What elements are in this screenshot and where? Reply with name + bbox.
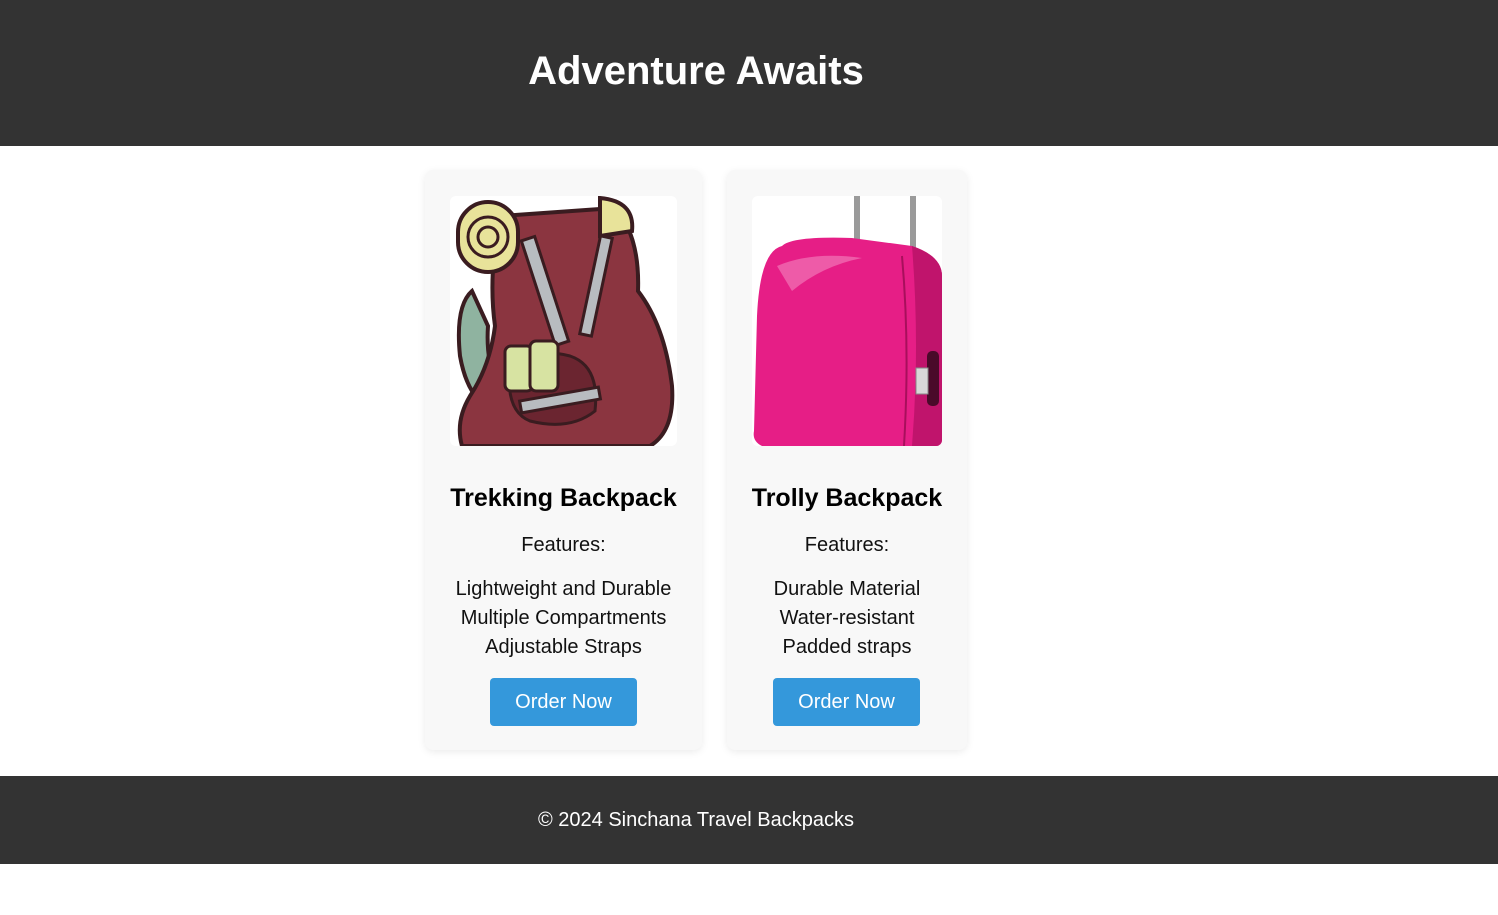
features-label: Features: xyxy=(804,534,890,556)
product-name: Trekking Backpack xyxy=(450,484,677,512)
product-image xyxy=(752,196,942,446)
product-card-trolly: Trolly Backpack Features: Durable Materi… xyxy=(727,170,967,750)
product-image xyxy=(450,196,677,446)
feature-item: Durable Material xyxy=(773,578,921,600)
feature-list: Durable Material Water-resistant Padded … xyxy=(727,575,967,662)
trolley-suitcase-icon xyxy=(753,196,942,446)
site-header: Adventure Awaits xyxy=(0,0,1498,146)
order-now-button[interactable]: Order Now xyxy=(773,678,920,726)
order-now-button[interactable]: Order Now xyxy=(490,678,637,726)
copyright-text: © 2024 Sinchana Travel Backpacks xyxy=(537,809,855,831)
feature-item: Multiple Compartments xyxy=(460,607,667,629)
trekking-backpack-icon xyxy=(456,196,675,446)
feature-list: Lightweight and Durable Multiple Compart… xyxy=(425,575,702,662)
features-label: Features: xyxy=(521,534,606,556)
site-footer: © 2024 Sinchana Travel Backpacks xyxy=(0,776,1498,864)
page-title: Adventure Awaits xyxy=(528,49,864,93)
feature-item: Water-resistant xyxy=(779,607,915,629)
product-card-trekking: Trekking Backpack Features: Lightweight … xyxy=(425,170,702,750)
feature-item: Adjustable Straps xyxy=(485,636,642,658)
feature-item: Lightweight and Durable xyxy=(455,578,672,600)
product-name: Trolly Backpack xyxy=(751,484,943,512)
feature-item: Padded straps xyxy=(782,636,912,658)
